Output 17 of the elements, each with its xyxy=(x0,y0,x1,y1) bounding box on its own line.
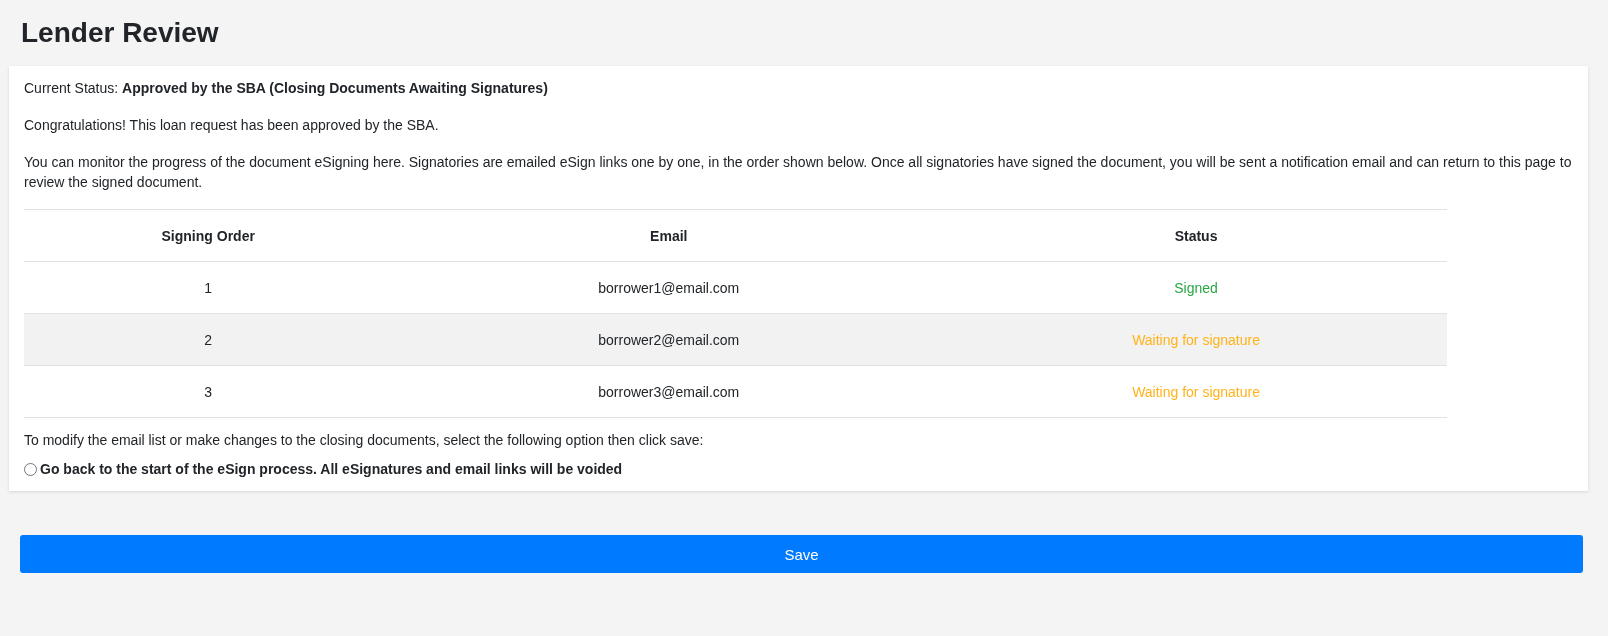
status-text: Current Status: Approved by the SBA (Closing Documents Awaiting Signatures) xyxy=(24,79,549,98)
option-label[interactable]: Go back to the start of the eSign process. All eSignatures and email links will be voided xyxy=(40,461,623,477)
table-cell: borrower2@email.com xyxy=(392,313,946,366)
save-button[interactable]: Save xyxy=(20,535,1583,573)
message-text: Congratulations! This loan request has been approved by the SBA. xyxy=(24,116,440,135)
status-cell: Waiting for signature xyxy=(945,365,1447,418)
column-header: Signing Order xyxy=(24,209,393,262)
hint-text: To modify the email list or make changes to the closing documents, select the following option then click save: xyxy=(24,431,705,450)
status-cell: Waiting for signature xyxy=(945,313,1447,366)
table-cell: 3 xyxy=(24,365,393,418)
radio-button[interactable] xyxy=(24,462,37,476)
table-cell: 2 xyxy=(24,313,393,366)
column-header: Email xyxy=(392,209,946,262)
table-cell: borrower3@email.com xyxy=(392,365,946,418)
page-title: Lender Review xyxy=(21,16,220,50)
description-text: You can monitor the progress of the document eSigning here. Signatories are emailed eSign links one by one, in the order shown below. Once all signatories have signed the document, you will be sent a notification email and can return to this page to review the signed document. xyxy=(24,153,1573,192)
column-header: Status xyxy=(945,209,1447,262)
